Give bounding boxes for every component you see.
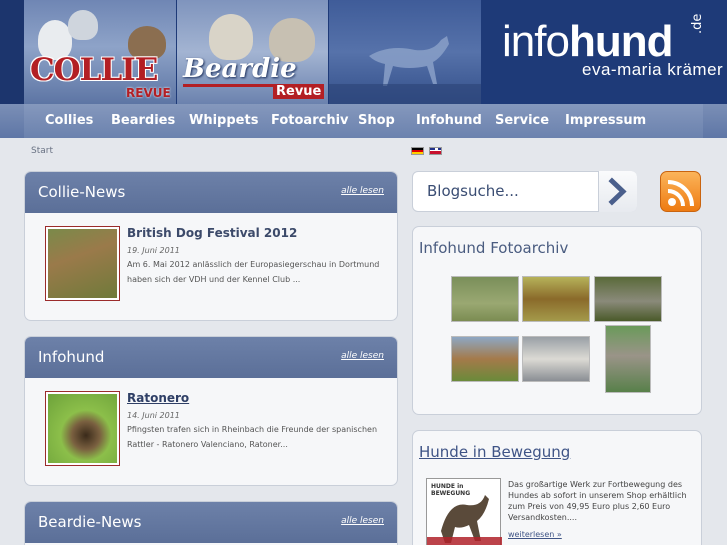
read-more-link[interactable]: weiterlesen »: [508, 530, 562, 539]
chevron-right-icon: [608, 177, 627, 206]
article-excerpt: Am 6. Mai 2012 anlässlich der Europasieg…: [127, 260, 380, 284]
english-flag-icon[interactable]: [429, 147, 442, 155]
photo-thumbnail[interactable]: [522, 276, 590, 322]
article-title[interactable]: British Dog Festival 2012: [127, 226, 297, 240]
book-cover-image[interactable]: HUNDE in BEWEGUNG: [426, 478, 502, 545]
infohund-logo[interactable]: infohund: [502, 20, 673, 64]
nav-item-shop[interactable]: Shop: [358, 104, 395, 138]
article-date: 14. Juni 2011: [127, 411, 180, 420]
photo-thumbnail[interactable]: [594, 276, 662, 322]
photo-thumbnail[interactable]: [605, 325, 651, 393]
nav-item-infohund[interactable]: Infohund: [416, 104, 482, 138]
whippet-banner[interactable]: [329, 0, 481, 104]
beardie-subtitle: Revue: [273, 84, 325, 99]
beardie-news-box: Beardie-News alle lesen: [24, 501, 398, 545]
collie-title: COLLIE: [30, 52, 158, 88]
collie-revue-banner[interactable]: COLLIE REVUE: [24, 0, 176, 104]
search-placeholder: Blogsuche...: [427, 182, 519, 200]
box-title: Beardie-News: [38, 513, 142, 531]
photo-thumbnail[interactable]: [451, 276, 519, 322]
collie-news-box: Collie-News alle lesen British Dog Festi…: [24, 171, 398, 321]
box-title: Collie-News: [38, 183, 126, 201]
box-title-link[interactable]: Hunde in Bewegung: [419, 443, 570, 461]
photo-thumbnail[interactable]: [522, 336, 590, 382]
rss-feed-button[interactable]: [660, 171, 701, 212]
german-flag-icon[interactable]: [411, 147, 424, 155]
beardie-title: Beardie: [183, 54, 297, 84]
read-all-link[interactable]: alle lesen: [341, 516, 384, 526]
site-header: COLLIE REVUE Beardie Revue infohund .de …: [0, 0, 727, 104]
nav-item-whippets[interactable]: Whippets: [189, 104, 258, 138]
fotoarchiv-box: Infohund Fotoarchiv: [412, 226, 702, 415]
nav-item-impressum[interactable]: Impressum: [565, 104, 646, 138]
article-title[interactable]: Ratonero: [127, 391, 189, 405]
article-thumbnail[interactable]: [45, 391, 120, 466]
read-all-link[interactable]: alle lesen: [341, 351, 384, 361]
box-title: Infohund Fotoarchiv: [419, 239, 569, 257]
rss-icon: [667, 180, 694, 207]
read-all-link[interactable]: alle lesen: [341, 186, 384, 196]
article-thumbnail[interactable]: [45, 226, 120, 301]
photo-thumbnail[interactable]: [451, 336, 519, 382]
nav-item-service[interactable]: Service: [495, 104, 549, 138]
logo-tld: .de: [690, 13, 705, 34]
nav-item-collies[interactable]: Collies: [45, 104, 93, 138]
article-date: 19. Juni 2011: [127, 246, 180, 255]
book-description: Das großartige Werk zur Fortbewegung des…: [508, 480, 687, 522]
article-excerpt: Pfingsten trafen sich in Rheinbach die F…: [127, 425, 378, 449]
logo-subtitle: eva-maria krämer: [582, 60, 724, 79]
nav-item-beardies[interactable]: Beardies: [111, 104, 175, 138]
beardie-revue-banner[interactable]: Beardie Revue: [177, 0, 328, 104]
hunde-in-bewegung-box: Hunde in Bewegung HUNDE in BEWEGUNG Das …: [412, 430, 702, 545]
whippet-dog-image: [329, 36, 481, 104]
search-button[interactable]: [598, 171, 637, 212]
breadcrumb[interactable]: Start: [31, 146, 53, 156]
collie-subtitle: REVUE: [126, 86, 171, 100]
infohund-box: Infohund alle lesen Ratonero 14. Juni 20…: [24, 336, 398, 486]
main-navigation: Collies Beardies Whippets Fotoarchiv Sho…: [0, 104, 727, 138]
box-title: Infohund: [38, 348, 105, 366]
nav-item-fotoarchiv[interactable]: Fotoarchiv: [271, 104, 349, 138]
